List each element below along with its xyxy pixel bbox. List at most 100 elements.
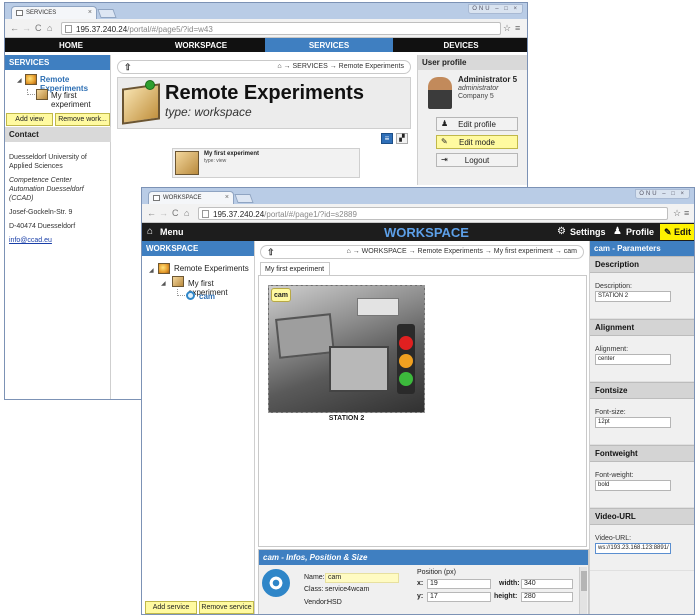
settings-button[interactable]: Settings bbox=[570, 227, 606, 237]
alignment-label: Alignment: bbox=[595, 346, 629, 353]
edit-mode-button[interactable]: ✎ Edit mode bbox=[436, 135, 518, 149]
browser-tab-workspace[interactable]: WORKSPACE × bbox=[148, 191, 234, 204]
page-favicon-icon bbox=[16, 10, 23, 16]
url-field[interactable]: 195.37.240.24/portal/#/page1/?id=s2889 bbox=[198, 207, 668, 220]
gear-icon[interactable]: ⚙ bbox=[557, 226, 566, 237]
list-view-icon[interactable]: ≡ bbox=[381, 133, 393, 144]
edit-button[interactable]: ✎ Edit bbox=[660, 224, 694, 240]
width-field[interactable]: 340 bbox=[521, 579, 573, 589]
camera-stream[interactable]: cam bbox=[268, 285, 425, 413]
vendor-label: Vendor: bbox=[304, 599, 329, 606]
fontweight-label: Font-weight: bbox=[595, 472, 634, 479]
breadcrumb: ⇧ ⌂ → SERVICES → Remote Experiments bbox=[117, 60, 411, 74]
video-url-label: Video-URL: bbox=[595, 535, 632, 542]
logout-icon: ⇥ bbox=[441, 155, 448, 164]
section-alignment: Alignment bbox=[590, 319, 694, 336]
fontsize-input[interactable]: 12pt bbox=[595, 417, 671, 428]
edit-profile-label: Edit profile bbox=[458, 120, 496, 129]
address-bar: ← → C ⌂ 195.37.240.24/portal/#/page5/?id… bbox=[5, 19, 527, 38]
tree-item-my-first-experiment[interactable]: My first experiment bbox=[51, 91, 111, 109]
video-url-input[interactable]: ws://193.23.168.123:8891/ bbox=[595, 543, 671, 554]
machine-part bbox=[275, 313, 335, 359]
url-host: 195.37.240.24 bbox=[213, 210, 265, 219]
up-arrow-icon[interactable]: ⇧ bbox=[267, 247, 275, 258]
home-icon[interactable]: ⌂ bbox=[47, 23, 52, 33]
bookmark-star-icon[interactable]: ☆ bbox=[503, 23, 511, 34]
reload-icon[interactable]: C bbox=[35, 23, 42, 33]
tile-view-icon[interactable]: ▞ bbox=[396, 133, 408, 144]
info-scrollbar[interactable] bbox=[579, 567, 587, 614]
menu-icon[interactable]: ≡ bbox=[515, 23, 520, 33]
y-label: y: bbox=[417, 593, 424, 600]
profile-button[interactable]: Profile bbox=[626, 227, 654, 237]
add-service-button[interactable]: Add service bbox=[145, 601, 197, 614]
info-panel-header: cam - Infos, Position & Size bbox=[259, 550, 588, 565]
tab-my-first-experiment[interactable]: My first experiment bbox=[260, 262, 330, 276]
menu-icon[interactable]: ≡ bbox=[684, 208, 689, 218]
width-label: width: bbox=[499, 580, 520, 587]
back-icon[interactable]: ← bbox=[10, 23, 19, 33]
workspace-cube-icon bbox=[122, 83, 160, 125]
edit-profile-button[interactable]: ♟ Edit profile bbox=[436, 117, 518, 131]
view-card[interactable]: My first experiment type: view bbox=[172, 148, 360, 178]
scrollbar-thumb[interactable] bbox=[581, 571, 587, 591]
home-menu-icon[interactable]: ⌂ bbox=[147, 226, 153, 237]
section-description: Description bbox=[590, 256, 694, 273]
breadcrumb: ⇧ ⌂ → WORKSPACE → Remote Experiments → M… bbox=[260, 245, 584, 259]
forward-icon[interactable]: → bbox=[22, 23, 31, 33]
nav-devices[interactable]: DEVICES bbox=[393, 38, 527, 52]
contact-email-link[interactable]: info@ccad.eu bbox=[9, 236, 107, 245]
remove-workspace-button[interactable]: Remove work... bbox=[55, 113, 110, 126]
section-fontsize: Fontsize bbox=[590, 382, 694, 399]
menu-button[interactable]: Menu bbox=[160, 227, 184, 237]
tree-expand-icon[interactable]: ◢ bbox=[161, 280, 166, 287]
add-view-button[interactable]: Add view bbox=[6, 113, 53, 126]
tree-item-my-first-experiment[interactable]: My first experiment bbox=[188, 279, 254, 297]
edit-label: Edit bbox=[674, 227, 692, 237]
y-field[interactable]: 17 bbox=[427, 592, 491, 602]
tree-connector bbox=[177, 289, 185, 296]
tree-expand-icon[interactable]: ◢ bbox=[17, 77, 22, 84]
close-tab-icon[interactable]: × bbox=[225, 194, 229, 201]
close-tab-icon[interactable]: × bbox=[88, 9, 92, 16]
new-tab-button[interactable] bbox=[234, 194, 254, 203]
alignment-input[interactable]: center bbox=[595, 354, 671, 365]
description-input[interactable]: STATION 2 bbox=[595, 291, 671, 302]
pencil-icon: ✎ bbox=[441, 137, 448, 146]
home-icon[interactable]: ⌂ bbox=[184, 208, 189, 218]
tree-expand-icon[interactable]: ◢ bbox=[149, 267, 154, 274]
nav-services[interactable]: SERVICES bbox=[265, 38, 393, 52]
fontweight-input[interactable]: bold bbox=[595, 480, 671, 491]
name-field[interactable]: cam bbox=[325, 573, 399, 583]
tree-connector bbox=[27, 89, 35, 95]
height-label: height: bbox=[494, 593, 518, 600]
info-panel: cam - Infos, Position & Size Name: cam C… bbox=[258, 549, 589, 614]
window-controls[interactable]: ONU – □ × bbox=[635, 189, 690, 199]
window-controls[interactable]: ONU – □ × bbox=[468, 4, 523, 14]
profile-icon[interactable]: ♟ bbox=[613, 226, 622, 237]
view-card-type: type: view bbox=[204, 158, 227, 164]
new-tab-button[interactable] bbox=[97, 9, 117, 18]
reload-icon[interactable]: C bbox=[172, 208, 179, 218]
nav-workspace[interactable]: WORKSPACE bbox=[137, 38, 265, 52]
url-path: /portal/#/page5/?id=w43 bbox=[127, 25, 213, 34]
parameters-panel: cam - Parameters Description Description… bbox=[589, 241, 694, 614]
url-field[interactable]: 195.37.240.24/portal/#/page5/?id=w43 bbox=[61, 22, 501, 35]
breadcrumb-path[interactable]: ⌂ → WORKSPACE → Remote Experiments → My … bbox=[347, 248, 578, 255]
x-field[interactable]: 19 bbox=[427, 579, 491, 589]
browser-tab-services[interactable]: SERVICES × bbox=[11, 6, 97, 19]
breadcrumb-path[interactable]: ⌂ → SERVICES → Remote Experiments bbox=[277, 63, 404, 70]
user-profile-panel: User profile Administrator 5 administrat… bbox=[417, 55, 527, 185]
height-field[interactable]: 280 bbox=[521, 592, 573, 602]
nav-home[interactable]: HOME bbox=[5, 38, 137, 52]
contact-center: Competence Center Automation Duesseldorf… bbox=[9, 177, 84, 202]
logout-button[interactable]: ⇥ Logout bbox=[436, 153, 518, 167]
tree-item-cam[interactable]: cam bbox=[199, 292, 215, 301]
logout-label: Logout bbox=[464, 156, 490, 165]
bookmark-star-icon[interactable]: ☆ bbox=[673, 208, 681, 219]
remove-service-button[interactable]: Remove service bbox=[199, 601, 254, 614]
up-arrow-icon[interactable]: ⇧ bbox=[124, 62, 132, 73]
tree-item-remote-experiments[interactable]: Remote Experiments bbox=[174, 264, 249, 273]
forward-icon[interactable]: → bbox=[159, 208, 168, 218]
back-icon[interactable]: ← bbox=[147, 208, 156, 218]
